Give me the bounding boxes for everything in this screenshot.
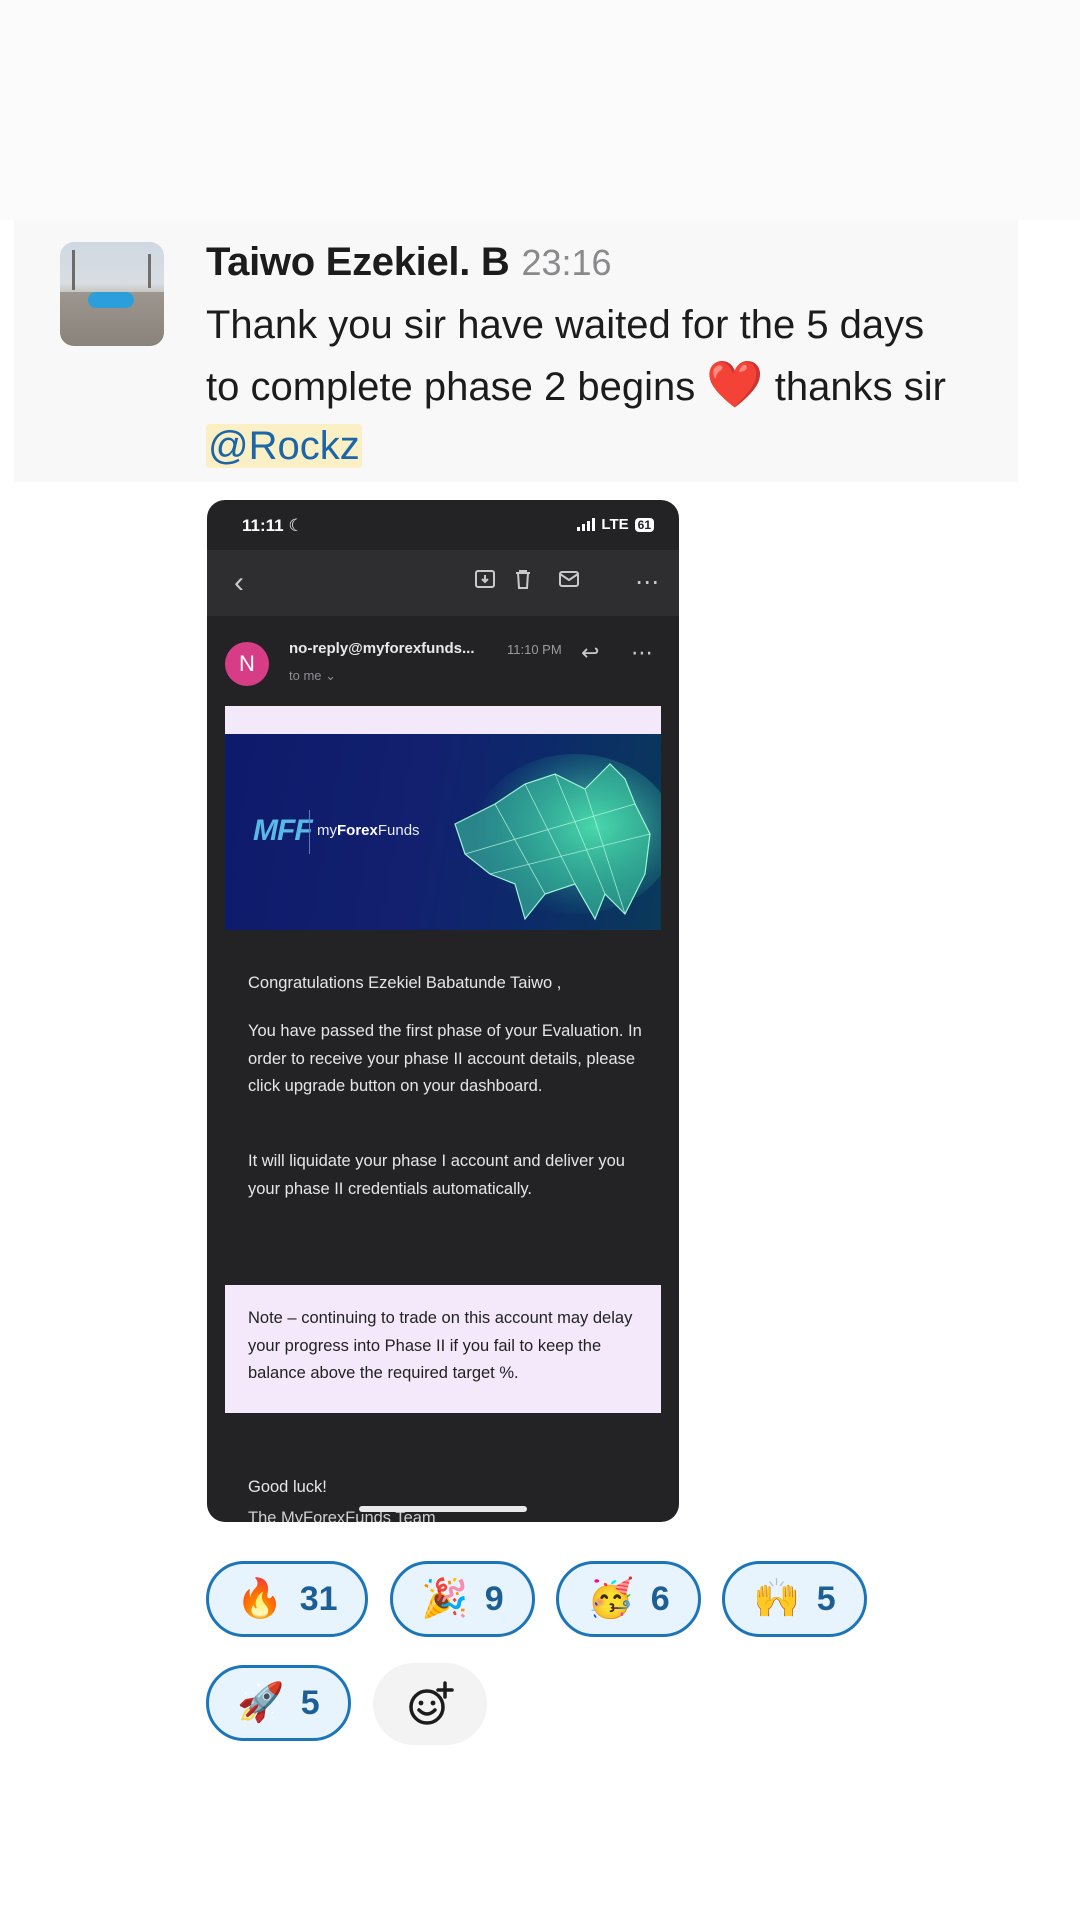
heart-emoji: ❤️ [706, 358, 764, 410]
network-type: LTE [601, 516, 629, 533]
party-popper-icon: 🎉 [421, 1578, 469, 1620]
add-reaction-button[interactable] [373, 1663, 487, 1745]
chevron-down-icon: ⌄ [325, 668, 337, 683]
sender-address: no-reply@myforexfunds... [289, 640, 475, 657]
mail-icon [553, 567, 585, 599]
user-mention[interactable]: @Rockz [206, 424, 362, 468]
top-background [0, 0, 1080, 220]
author-avatar[interactable] [60, 242, 164, 346]
reaction-rocket[interactable]: 🚀 5 [206, 1665, 351, 1741]
email-toolbar: ‹ ⋯ [207, 550, 679, 616]
reaction-party-face[interactable]: 🥳 6 [556, 1561, 701, 1637]
fire-icon: 🔥 [236, 1578, 284, 1620]
reply-icon: ↩ [581, 640, 600, 665]
back-icon: ‹ [234, 566, 244, 599]
message-line-3: @Rockz [206, 417, 996, 476]
reaction-fire[interactable]: 🔥 31 [206, 1561, 368, 1637]
message-body: Thank you sir have waited for the 5 days… [206, 296, 996, 476]
email-time: 11:10 PM [507, 642, 562, 657]
reaction-party-popper[interactable]: 🎉 9 [390, 1561, 535, 1637]
reaction-count: 31 [299, 1579, 338, 1618]
email-banner: MFF myForexFunds [225, 734, 661, 930]
recipient-label: to me ⌄ [289, 668, 337, 683]
archive-icon [469, 567, 501, 599]
email-closing: Good luck! [248, 1478, 327, 1496]
brand-name: myForexFunds [317, 822, 420, 839]
message-header: Taiwo Ezekiel. B 23:16 [206, 240, 612, 290]
email-paragraph-1: You have passed the first phase of your … [248, 1022, 642, 1095]
rocket-icon: 🚀 [237, 1682, 285, 1724]
raised-hands-icon: 🙌 [753, 1578, 801, 1620]
reaction-count: 5 [300, 1683, 320, 1722]
party-face-icon: 🥳 [587, 1578, 635, 1620]
moon-icon: ☾ [288, 516, 304, 535]
author-name[interactable]: Taiwo Ezekiel. B [206, 240, 510, 285]
bull-illustration [454, 754, 661, 921]
status-time: 11:11 ☾ [242, 516, 304, 535]
sender-avatar: N [225, 642, 269, 686]
email-greeting: Congratulations Ezekiel Babatunde Taiwo … [248, 974, 562, 992]
trash-icon [507, 567, 539, 599]
message-line-1: Thank you sir have waited for the 5 days [206, 303, 925, 347]
email-header: N no-reply@myforexfunds... 11:10 PM to m… [207, 616, 679, 704]
message-line-2: to complete phase 2 begins ❤️ thanks sir [206, 358, 946, 410]
add-emoji-icon [409, 1681, 454, 1725]
reaction-raised-hands[interactable]: 🙌 5 [722, 1561, 867, 1637]
brand-logo: MFF [253, 814, 313, 847]
signal-icon [577, 518, 596, 531]
email-top-strip [225, 706, 661, 734]
more-icon: ⋯ [635, 569, 659, 596]
more-icon: ⋯ [631, 640, 653, 665]
email-note: Note – continuing to trade on this accou… [248, 1309, 633, 1382]
email-paragraph-2: It will liquidate your phase I account a… [248, 1152, 625, 1198]
reaction-count: 6 [650, 1579, 670, 1618]
reaction-count: 9 [484, 1579, 504, 1618]
phone-status-bar: 11:11 ☾ LTE 61 [207, 500, 679, 550]
image-attachment[interactable]: 11:11 ☾ LTE 61 ‹ ⋯ N no-reply@myforexfun… [207, 500, 679, 1522]
home-indicator [359, 1506, 527, 1512]
battery-icon: 61 [634, 517, 654, 532]
message-timestamp[interactable]: 23:16 [521, 242, 611, 284]
reaction-count: 5 [816, 1579, 836, 1618]
email-note-box: Note – continuing to trade on this accou… [225, 1285, 661, 1413]
